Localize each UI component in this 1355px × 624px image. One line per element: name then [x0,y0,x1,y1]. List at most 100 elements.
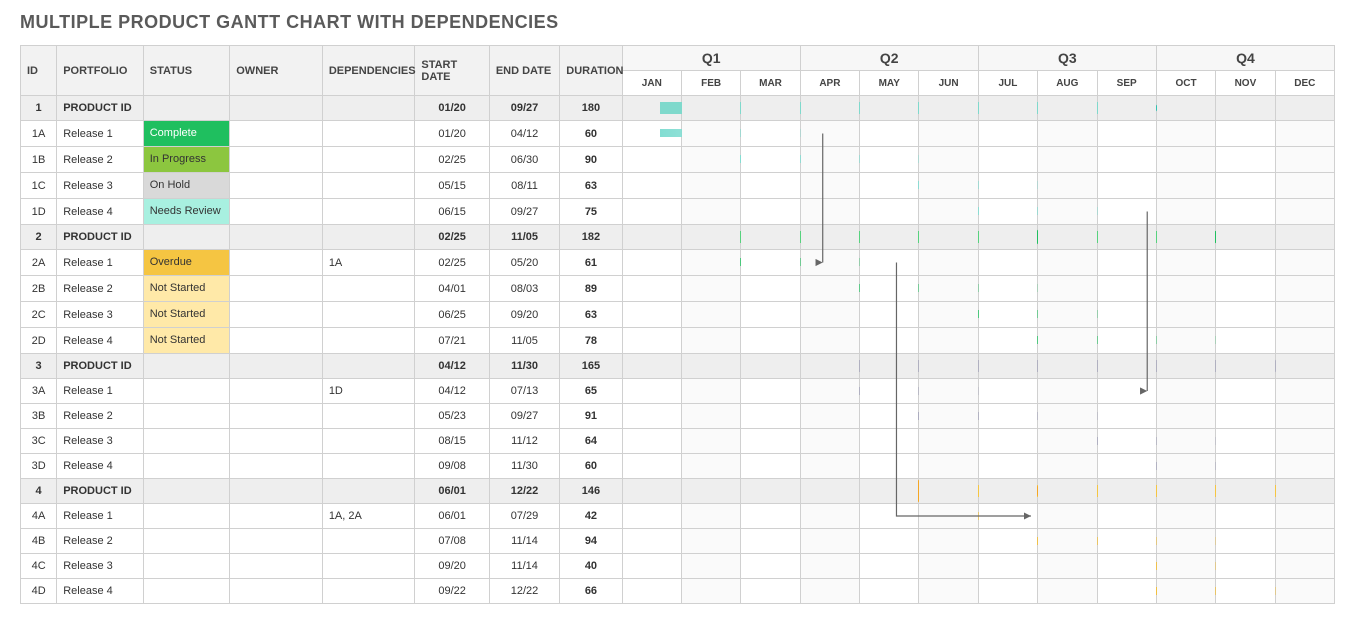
cell-duration[interactable]: 75 [560,199,622,225]
cell-end[interactable]: 07/29 [489,504,559,529]
timeline-cell[interactable] [741,479,800,504]
cell-id[interactable]: 4 [21,479,57,504]
cell-dependencies[interactable] [322,328,415,354]
timeline-cell[interactable] [681,404,740,429]
timeline-cell[interactable] [1275,529,1334,554]
timeline-cell[interactable] [741,147,800,173]
cell-duration[interactable]: 165 [560,354,622,379]
timeline-cell[interactable] [978,250,1037,276]
timeline-cell[interactable] [681,276,740,302]
timeline-cell[interactable] [1097,250,1156,276]
cell-start[interactable]: 06/25 [415,302,489,328]
timeline-cell[interactable] [741,276,800,302]
timeline-cell[interactable] [1156,328,1215,354]
timeline-cell[interactable] [622,173,681,199]
timeline-cell[interactable] [1038,250,1097,276]
cell-duration[interactable]: 60 [560,454,622,479]
cell-portfolio[interactable]: Release 4 [57,579,144,604]
timeline-cell[interactable] [681,199,740,225]
cell-duration[interactable]: 180 [560,96,622,121]
cell-id[interactable]: 1A [21,121,57,147]
timeline-cell[interactable] [681,554,740,579]
cell-owner[interactable] [230,554,323,579]
timeline-cell[interactable] [1038,328,1097,354]
cell-dependencies[interactable] [322,479,415,504]
timeline-cell[interactable] [919,579,978,604]
cell-portfolio[interactable]: PRODUCT ID [57,479,144,504]
cell-start[interactable]: 05/23 [415,404,489,429]
timeline-cell[interactable] [681,379,740,404]
timeline-cell[interactable] [1038,504,1097,529]
timeline-cell[interactable] [681,504,740,529]
cell-dependencies[interactable] [322,529,415,554]
timeline-cell[interactable] [681,121,740,147]
timeline-cell[interactable] [860,529,919,554]
timeline-cell[interactable] [1216,173,1275,199]
cell-id[interactable]: 1B [21,147,57,173]
cell-start[interactable]: 06/15 [415,199,489,225]
cell-duration[interactable]: 89 [560,276,622,302]
cell-portfolio[interactable]: Release 4 [57,199,144,225]
cell-portfolio[interactable]: Release 4 [57,328,144,354]
timeline-cell[interactable] [800,529,859,554]
cell-duration[interactable]: 61 [560,250,622,276]
timeline-cell[interactable] [1038,479,1097,504]
timeline-cell[interactable] [860,147,919,173]
cell-end[interactable]: 06/30 [489,147,559,173]
timeline-cell[interactable] [860,479,919,504]
task-row[interactable]: 1ARelease 1Complete01/2004/1260 [21,121,1335,147]
col-start[interactable]: START DATE [415,46,489,96]
timeline-cell[interactable] [978,554,1037,579]
timeline-cell[interactable] [622,579,681,604]
cell-portfolio[interactable]: Release 3 [57,554,144,579]
cell-owner[interactable] [230,302,323,328]
timeline-cell[interactable] [1216,504,1275,529]
cell-start[interactable]: 06/01 [415,479,489,504]
timeline-cell[interactable] [1097,554,1156,579]
timeline-cell[interactable] [860,454,919,479]
cell-start[interactable]: 09/22 [415,579,489,604]
cell-duration[interactable]: 182 [560,225,622,250]
cell-start[interactable]: 04/12 [415,379,489,404]
cell-start[interactable]: 04/01 [415,276,489,302]
cell-dependencies[interactable] [322,554,415,579]
cell-duration[interactable]: 64 [560,429,622,454]
timeline-cell[interactable] [978,379,1037,404]
timeline-cell[interactable] [919,454,978,479]
timeline-cell[interactable] [1216,302,1275,328]
timeline-cell[interactable] [1216,554,1275,579]
cell-owner[interactable] [230,379,323,404]
timeline-cell[interactable] [1216,479,1275,504]
timeline-cell[interactable] [919,276,978,302]
timeline-cell[interactable] [978,454,1037,479]
timeline-cell[interactable] [919,328,978,354]
cell-duration[interactable]: 63 [560,173,622,199]
timeline-cell[interactable] [1275,354,1334,379]
cell-start[interactable]: 08/15 [415,429,489,454]
cell-dependencies[interactable] [322,579,415,604]
timeline-cell[interactable] [919,404,978,429]
timeline-cell[interactable] [741,302,800,328]
timeline-cell[interactable] [860,579,919,604]
timeline-cell[interactable] [1216,225,1275,250]
cell-portfolio[interactable]: PRODUCT ID [57,96,144,121]
cell-duration[interactable]: 91 [560,404,622,429]
cell-owner[interactable] [230,579,323,604]
timeline-cell[interactable] [1216,429,1275,454]
cell-dependencies[interactable] [322,354,415,379]
cell-owner[interactable] [230,479,323,504]
task-row[interactable]: 2ARelease 1Overdue1A02/2505/2061 [21,250,1335,276]
timeline-cell[interactable] [1097,529,1156,554]
timeline-cell[interactable] [978,173,1037,199]
timeline-cell[interactable] [1156,454,1215,479]
timeline-cell[interactable] [919,554,978,579]
timeline-cell[interactable] [1097,504,1156,529]
timeline-cell[interactable] [860,302,919,328]
timeline-cell[interactable] [1156,404,1215,429]
timeline-cell[interactable] [741,328,800,354]
timeline-cell[interactable] [978,328,1037,354]
cell-status[interactable] [143,554,230,579]
cell-portfolio[interactable]: Release 1 [57,250,144,276]
timeline-cell[interactable] [1156,225,1215,250]
cell-status[interactable] [143,379,230,404]
